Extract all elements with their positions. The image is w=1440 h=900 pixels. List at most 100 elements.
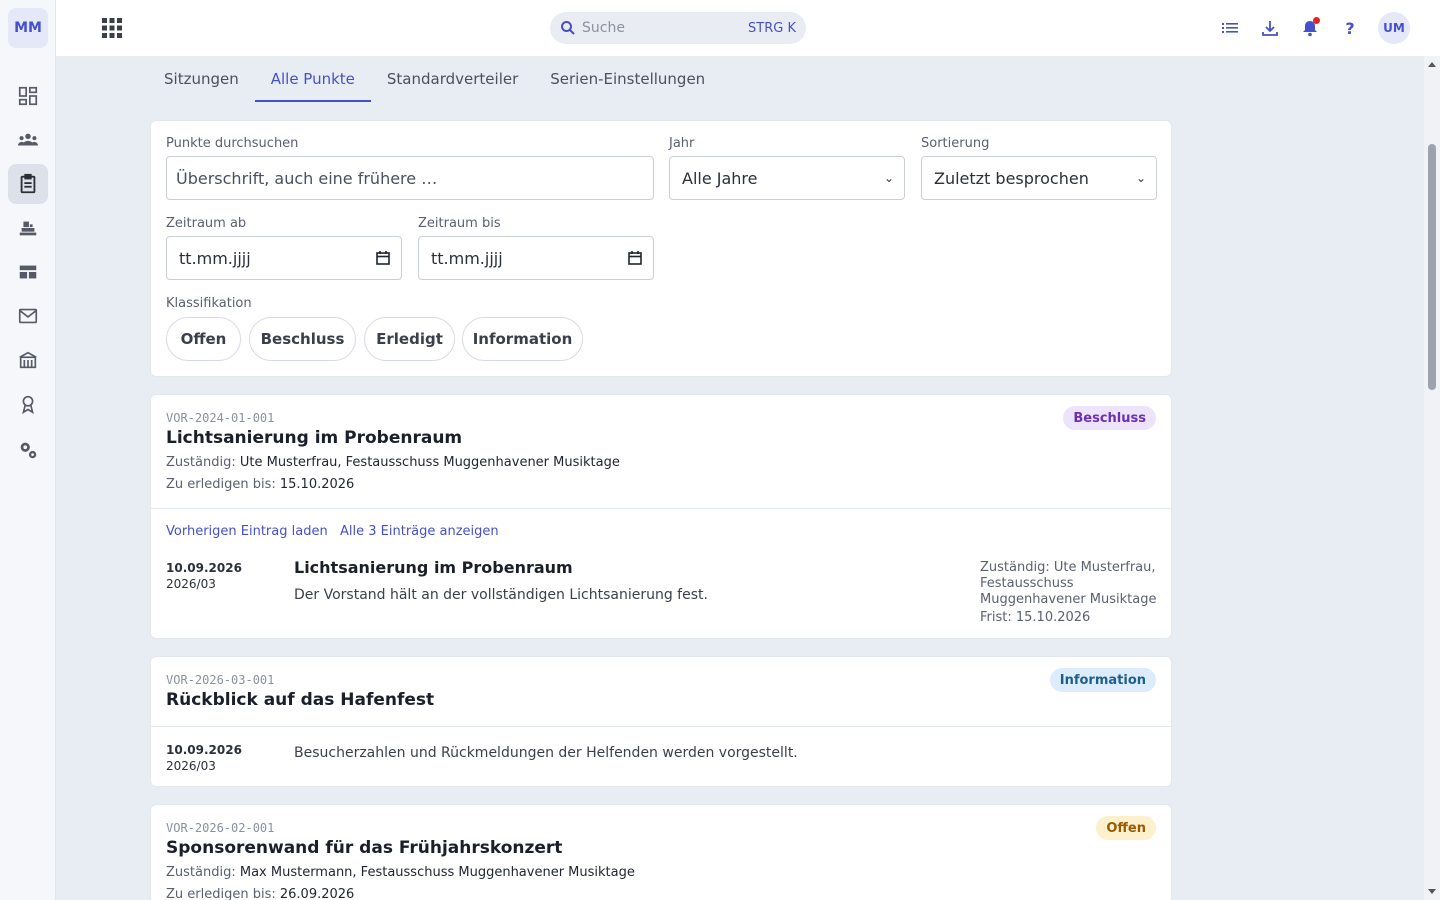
tab-standardverteiler[interactable]: Standardverteiler (371, 56, 534, 102)
sidebar: MM (0, 0, 56, 900)
show-all-entries-link[interactable]: Alle 3 Einträge anzeigen (340, 524, 499, 539)
org-logo[interactable]: MM (8, 8, 48, 48)
entry-session: 2026/03 (166, 759, 216, 773)
calendar-icon[interactable] (627, 250, 643, 266)
download-button[interactable] (1258, 16, 1282, 40)
sidebar-item-mail[interactable] (8, 296, 48, 336)
dashboard-icon (18, 86, 38, 106)
due-label: Zu erledigen bis: (166, 887, 276, 900)
entry-side-info: Zuständig: Ute Musterfrau, Festausschuss… (980, 560, 1160, 626)
responsible-label: Zuständig: (166, 455, 236, 470)
responsible-value: Ute Musterfrau, Festausschuss Muggenhave… (239, 455, 620, 470)
item-responsible: Zuständig: Ute Musterfrau, Festausschuss… (166, 455, 620, 470)
chip-offen[interactable]: Offen (166, 317, 241, 361)
members-icon (17, 133, 39, 146)
tab-sitzungen[interactable]: Sitzungen (150, 56, 255, 102)
due-value: 26.09.2026 (279, 887, 355, 900)
building-icon (19, 351, 37, 369)
clipboard-icon (20, 173, 36, 194)
year-select[interactable]: Alle Jahre ⌄ (669, 156, 905, 200)
sort-select-value: Zuletzt besprochen (934, 168, 1089, 188)
sidebar-item-agenda[interactable] (8, 164, 48, 204)
status-badge: Information (1049, 668, 1156, 692)
date-from-label: Zeitraum ab (166, 216, 247, 231)
responsible-label: Zuständig: (166, 865, 236, 880)
entry-text: Besucherzahlen und Rückmeldungen der Hel… (294, 745, 798, 761)
apps-grid-icon (102, 18, 122, 38)
chip-beschluss[interactable]: Beschluss (249, 317, 356, 361)
sidebar-item-table[interactable] (8, 252, 48, 292)
sidebar-item-settings[interactable] (8, 430, 48, 470)
chevron-down-icon: ⌄ (883, 171, 894, 185)
status-badge: Offen (1096, 816, 1156, 840)
sidebar-item-building[interactable] (8, 340, 48, 380)
sidebar-item-dashboard[interactable] (8, 76, 48, 116)
sort-select[interactable]: Zuletzt besprochen ⌄ (921, 156, 1157, 200)
item-title[interactable]: Rückblick auf das Hafenfest (166, 690, 434, 710)
status-badge: Beschluss (1063, 406, 1156, 430)
scroll-up-arrow[interactable] (1428, 62, 1436, 67)
item-code: VOR-2026-03-001 (166, 673, 275, 687)
entry-date: 10.09.2026 2026/03 (166, 560, 242, 592)
search-points-placeholder: Überschrift, auch eine frühere … (176, 168, 438, 188)
divider (151, 726, 1171, 727)
search-input[interactable] (582, 20, 732, 36)
item-code: VOR-2024-01-001 (166, 411, 275, 425)
inventory-icon (19, 221, 37, 236)
chevron-down-icon: ⌄ (1135, 171, 1146, 185)
item-code: VOR-2026-02-001 (166, 821, 275, 835)
notifications-button[interactable] (1298, 16, 1322, 40)
mail-icon (18, 308, 38, 324)
entry-session: 2026/03 (166, 577, 216, 591)
load-previous-link[interactable]: Vorherigen Eintrag laden (166, 524, 328, 539)
item-title[interactable]: Lichtsanierung im Probenraum (166, 428, 462, 448)
year-select-value: Alle Jahre (682, 168, 758, 188)
entry-side-responsible: Zuständig: Ute Musterfrau, Festausschuss… (980, 560, 1157, 607)
page-scrollbar[interactable] (1424, 56, 1440, 900)
section-tabs: Sitzungen Alle Punkte Standardverteiler … (150, 56, 721, 102)
agenda-item-card[interactable]: VOR-2026-03-001 Information Rückblick au… (150, 656, 1172, 787)
filter-panel: Punkte durchsuchen Überschrift, auch ein… (150, 120, 1172, 377)
sidebar-item-awards[interactable] (8, 384, 48, 424)
entry-date-value: 10.09.2026 (166, 561, 242, 575)
divider (151, 508, 1171, 509)
search-icon (561, 21, 575, 35)
due-label: Zu erledigen bis: (166, 477, 276, 492)
search-points-input[interactable]: Überschrift, auch eine frühere … (166, 156, 654, 200)
notification-dot (1313, 17, 1320, 24)
chip-information[interactable]: Information (462, 317, 583, 361)
help-button[interactable]: ? (1338, 16, 1362, 40)
responsible-value: Max Mustermann, Festausschuss Muggenhave… (239, 865, 635, 880)
date-to-label: Zeitraum bis (418, 216, 501, 231)
entry-date: 10.09.2026 2026/03 (166, 742, 242, 774)
scroll-thumb[interactable] (1428, 144, 1436, 390)
entry-text: Der Vorstand hält an der vollständigen L… (294, 587, 708, 603)
scroll-down-arrow[interactable] (1428, 889, 1436, 894)
entry-side-deadline: Frist: 15.10.2026 (980, 610, 1091, 625)
item-title[interactable]: Sponsorenwand für das Frühjahrskonzert (166, 838, 562, 858)
chip-erledigt[interactable]: Erledigt (364, 317, 455, 361)
sidebar-item-inventory[interactable] (8, 208, 48, 248)
table-icon (19, 265, 37, 279)
top-bar: STRG K ? UM (56, 0, 1440, 56)
date-to-placeholder: tt.mm.jjjj (431, 248, 503, 268)
list-button[interactable] (1218, 16, 1242, 40)
date-from-input[interactable]: tt.mm.jjjj (166, 236, 402, 280)
award-icon (22, 395, 34, 414)
user-avatar[interactable]: UM (1378, 12, 1410, 44)
download-icon (1262, 21, 1278, 36)
entry-title: Lichtsanierung im Probenraum (294, 558, 573, 577)
date-from-placeholder: tt.mm.jjjj (179, 248, 251, 268)
sidebar-item-members[interactable] (8, 120, 48, 160)
agenda-item-card[interactable]: VOR-2024-01-001 Beschluss Lichtsanierung… (150, 394, 1172, 639)
tab-alle-punkte[interactable]: Alle Punkte (254, 56, 372, 102)
date-to-input[interactable]: tt.mm.jjjj (418, 236, 654, 280)
agenda-item-card[interactable]: VOR-2026-02-001 Offen Sponsorenwand für … (150, 804, 1172, 900)
apps-grid-button[interactable] (100, 16, 124, 40)
entry-date-value: 10.09.2026 (166, 743, 242, 757)
top-actions: ? UM (1218, 12, 1410, 44)
calendar-icon[interactable] (375, 250, 391, 266)
tab-serien-einstellungen[interactable]: Serien-Einstellungen (534, 56, 721, 102)
year-label: Jahr (669, 136, 695, 151)
global-search[interactable]: STRG K (550, 12, 806, 44)
